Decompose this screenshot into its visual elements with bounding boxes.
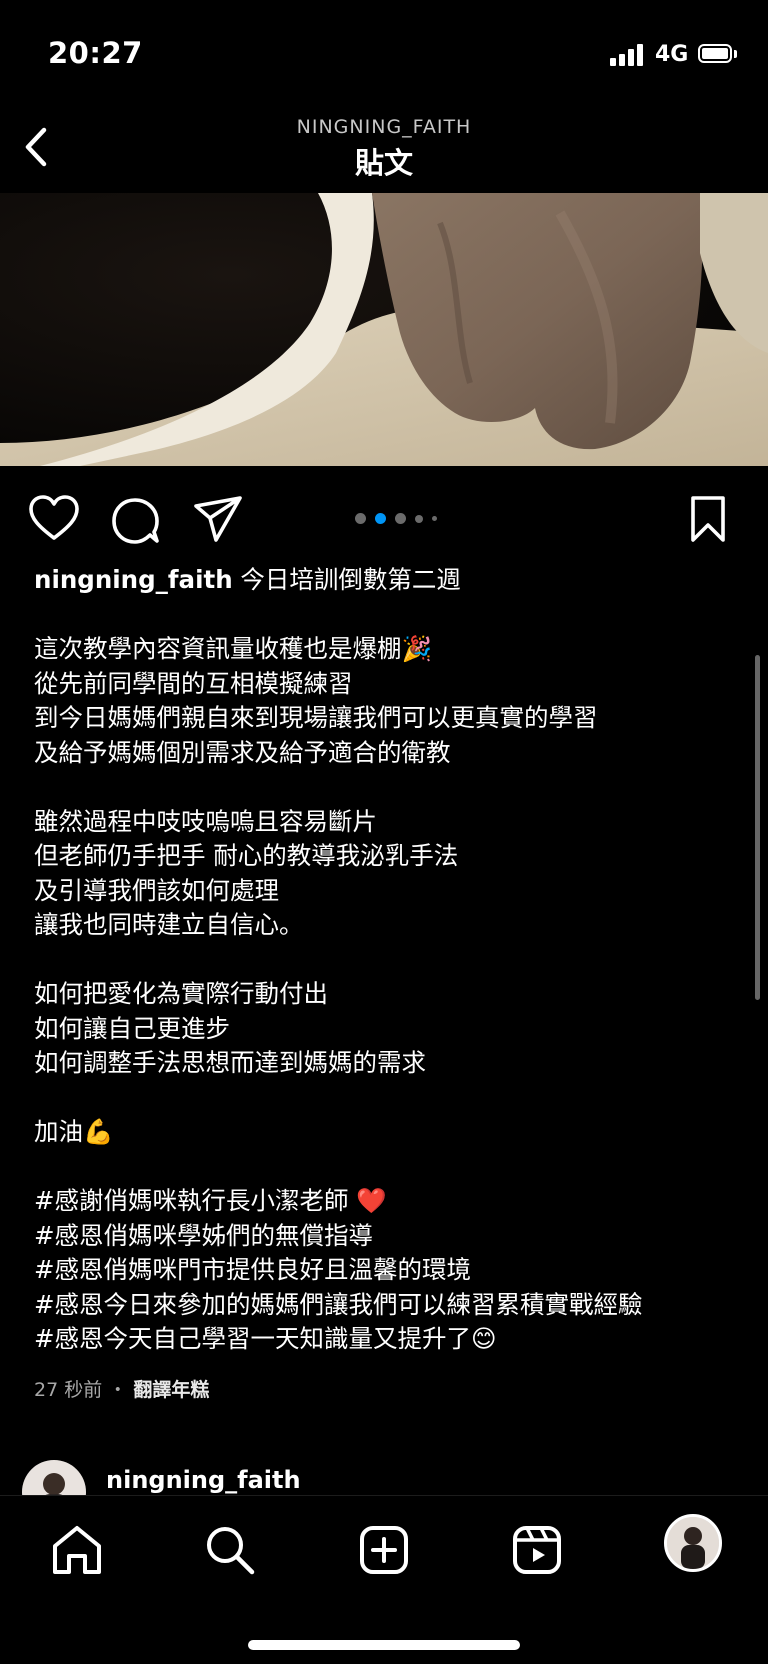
share-button[interactable]	[190, 492, 246, 548]
save-button[interactable]	[680, 492, 736, 548]
plus-square-icon	[360, 1526, 408, 1574]
comment-username[interactable]: ningning_faith	[106, 1466, 301, 1494]
header-username[interactable]: NINGNING_FAITH	[0, 116, 768, 138]
nav-header: NINGNING_FAITH 貼文	[0, 110, 768, 192]
home-indicator[interactable]	[248, 1640, 520, 1650]
reels-icon	[513, 1526, 561, 1574]
caption-line: 加油💪	[34, 1117, 114, 1146]
caption-line: 如何把愛化為實際行動付出	[34, 979, 328, 1008]
caption-line: #感恩今天自己學習一天知識量又提升了😊	[34, 1324, 497, 1353]
like-button[interactable]	[26, 492, 82, 548]
caption-line: 從先前同學間的互相模擬練習	[34, 668, 353, 698]
comment-icon	[112, 498, 159, 544]
status-time: 20:27	[48, 36, 143, 70]
tab-reels[interactable]	[505, 1518, 569, 1582]
caption-line: 雖然過程中吱吱嗚嗚且容易斷片	[34, 806, 377, 836]
tab-search[interactable]	[198, 1518, 262, 1582]
translate-link[interactable]: 翻譯年糕	[133, 1379, 209, 1401]
tab-bar	[0, 1495, 768, 1664]
carousel-dot	[355, 513, 366, 524]
caption-text: 今日培訓倒數第二週	[232, 565, 461, 594]
post-caption: ningning_faith 今日培訓倒數第二週 這次教學內容資訊量收穫也是爆棚…	[34, 563, 734, 1357]
signal-icon	[610, 44, 646, 66]
status-bar: 20:27 4G	[0, 0, 768, 110]
battery-icon	[698, 44, 738, 65]
avatar	[667, 1517, 719, 1569]
carousel-dot	[415, 514, 423, 523]
tab-profile[interactable]	[664, 1514, 722, 1572]
carousel-dot	[375, 513, 386, 524]
caption-line: 讓我也同時建立自信心。	[34, 910, 304, 939]
caption-line: 如何讓自己更進步	[34, 1013, 230, 1043]
meta-separator: ・	[108, 1379, 128, 1401]
caption-line: 及給予媽媽個別需求及給予適合的衛教	[34, 737, 451, 767]
page-title: 貼文	[354, 146, 413, 180]
caption-line: 如何調整手法思想而達到媽媽的需求	[34, 1048, 426, 1077]
caption-first-line: ningning_faith 今日培訓倒數第二週	[34, 563, 734, 598]
tab-home[interactable]	[45, 1518, 109, 1582]
send-icon	[194, 496, 242, 542]
caption-line: #感謝俏媽咪執行長小潔老師 ❤️	[34, 1186, 387, 1215]
avatar[interactable]	[22, 1460, 86, 1496]
caption-line: 到今日媽媽們親自來到現場讓我們可以更真實的學習	[34, 703, 598, 732]
comment-button[interactable]	[108, 492, 164, 548]
carousel-dot	[395, 513, 406, 524]
network-type: 4G	[655, 42, 689, 67]
caption-line: #感恩今日來參加的媽媽們讓我們可以練習累積實戰經驗	[34, 1289, 643, 1319]
search-icon	[207, 1527, 255, 1575]
caption-username[interactable]: ningning_faith	[34, 565, 233, 594]
comment-row[interactable]: ningning_faith •••	[22, 1460, 762, 1496]
carousel-indicator	[355, 513, 455, 524]
home-icon	[53, 1526, 101, 1574]
post-meta: 27 秒前 ・ 翻譯年糕	[34, 1375, 209, 1402]
action-bar	[0, 480, 768, 550]
carousel-dot	[432, 516, 437, 521]
bookmark-icon	[691, 496, 725, 542]
caption-line: #感恩俏媽咪學姊們的無償指導	[34, 1220, 374, 1250]
caption-line: 但老師仍手把手 耐心的教導我泌乳手法	[34, 841, 459, 870]
heart-icon	[29, 495, 79, 540]
caption-line: 這次教學內容資訊量收穫也是爆棚🎉	[34, 634, 433, 663]
caption-line: #感恩俏媽咪門市提供良好且溫馨的環境	[34, 1255, 472, 1284]
caption-line: 及引導我們該如何處理	[34, 875, 279, 905]
post-image[interactable]	[0, 193, 768, 466]
scrollbar[interactable]	[755, 655, 760, 1000]
post-time: 27 秒前	[34, 1379, 103, 1401]
tab-create[interactable]	[352, 1518, 416, 1582]
